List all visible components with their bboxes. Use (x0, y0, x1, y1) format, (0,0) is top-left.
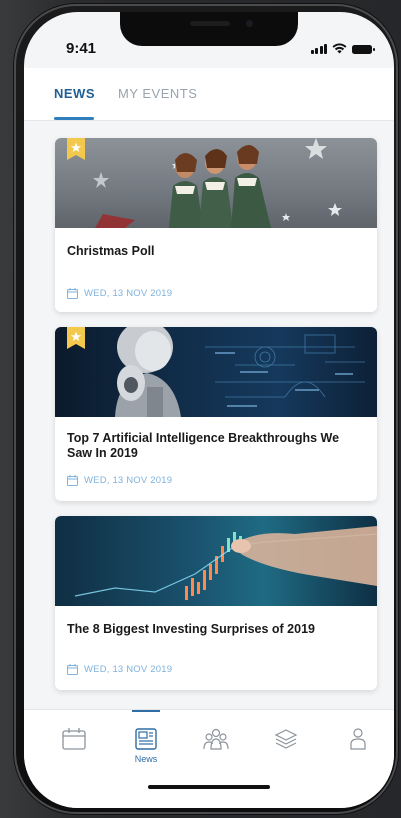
news-header: NEWS MY EVENTS (24, 68, 394, 121)
tabbar-item-resources[interactable] (266, 728, 306, 768)
device-background: 9:41 NEWS MY EVENTS Christmas Poll WED, … (0, 0, 401, 818)
wifi-icon (332, 43, 347, 54)
calendar-icon (67, 475, 78, 486)
tabbar-active-indicator (132, 710, 160, 712)
front-camera (246, 20, 253, 27)
robot-formulas-illustration (115, 327, 365, 417)
tabbar-item-community[interactable] (196, 728, 236, 768)
layers-icon (274, 729, 298, 749)
starred-badge-icon (67, 327, 85, 349)
people-icon (203, 728, 229, 750)
status-icons (310, 43, 375, 54)
home-indicator[interactable] (148, 785, 270, 789)
tabbar-item-calendar[interactable] (54, 728, 94, 768)
news-card-image (55, 327, 377, 417)
speaker-grille (190, 21, 230, 26)
calendar-icon (62, 728, 86, 750)
news-date: WED, 13 NOV 2019 (67, 664, 172, 675)
news-icon (135, 728, 157, 750)
vintage-women-illustration (93, 138, 342, 228)
news-date-text: WED, 13 NOV 2019 (84, 288, 173, 299)
status-time: 9:41 (66, 40, 97, 57)
signal-icon (310, 44, 327, 54)
finger-chart-illustration (74, 526, 377, 600)
news-list[interactable]: Christmas Poll WED, 13 NOV 2019 Top 7 Ar… (24, 121, 394, 709)
news-title: Top 7 Artificial Intelligence Breakthrou… (67, 431, 340, 460)
tab-news[interactable]: NEWS (54, 86, 95, 101)
news-date-text: WED, 13 NOV 2019 (84, 475, 173, 486)
news-title: Christmas Poll (67, 244, 155, 258)
news-card[interactable]: Top 7 Artificial Intelligence Breakthrou… (55, 327, 377, 501)
news-card[interactable]: The 8 Biggest Investing Surprises of 201… (55, 516, 377, 690)
device-notch (120, 12, 298, 46)
tabbar-item-profile[interactable] (338, 728, 378, 768)
starred-badge-icon (67, 138, 85, 160)
calendar-icon (67, 664, 78, 675)
app-screen: 9:41 NEWS MY EVENTS Christmas Poll WED, … (24, 12, 394, 808)
bottom-tab-bar: News (24, 709, 394, 808)
news-date-text: WED, 13 NOV 2019 (84, 664, 173, 675)
news-date: WED, 13 NOV 2019 (67, 288, 172, 299)
tab-my-events[interactable]: MY EVENTS (118, 86, 197, 101)
news-card-image (55, 516, 377, 606)
news-card-image (55, 138, 377, 228)
news-card[interactable]: Christmas Poll WED, 13 NOV 2019 (55, 138, 377, 312)
news-title: The 8 Biggest Investing Surprises of 201… (67, 622, 315, 636)
tabbar-news-label: News (134, 754, 158, 764)
tabbar-item-news[interactable]: News (126, 728, 166, 768)
profile-icon (350, 728, 366, 750)
calendar-icon (67, 288, 78, 299)
news-date: WED, 13 NOV 2019 (67, 475, 172, 486)
battery-icon (352, 45, 375, 54)
tab-indicator (54, 117, 94, 120)
